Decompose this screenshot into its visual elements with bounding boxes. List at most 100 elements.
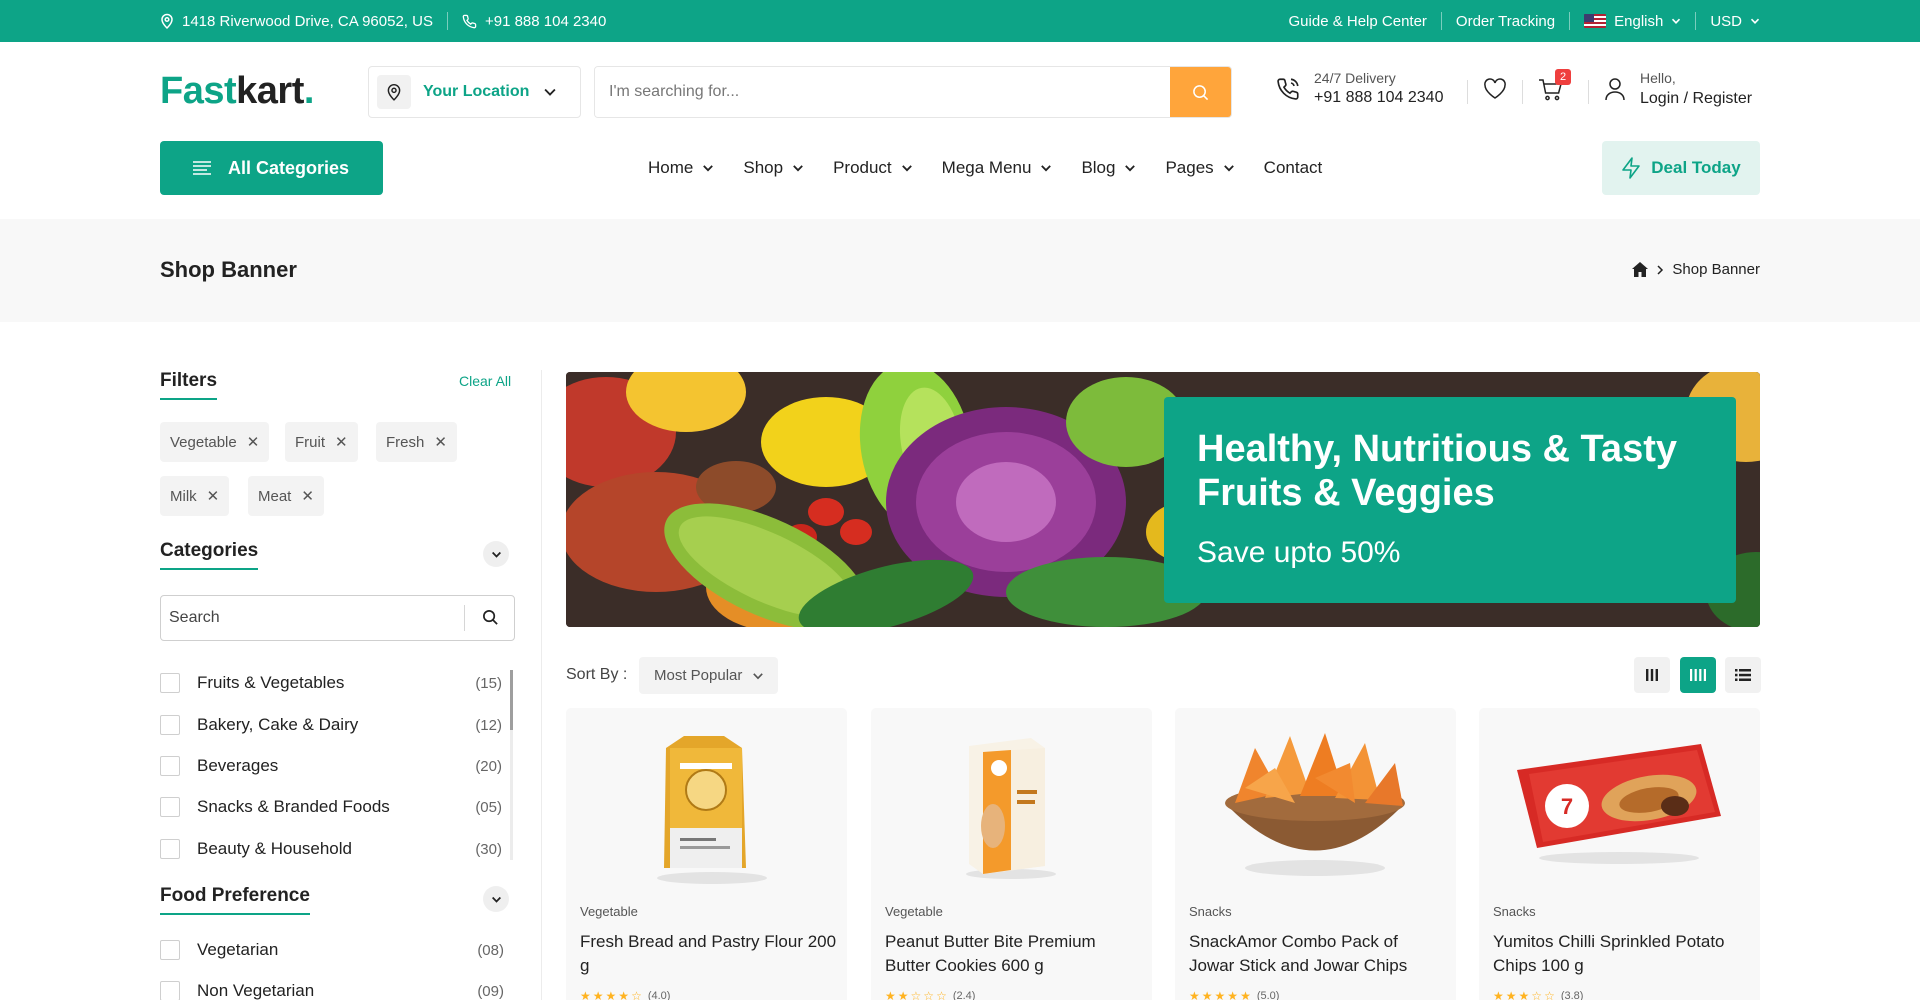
svg-text:7: 7 — [1561, 794, 1573, 819]
star-empty-icon: ☆ — [936, 989, 947, 1000]
menu-lines-icon — [193, 161, 211, 175]
location-selector[interactable]: Your Location — [368, 66, 581, 118]
checkbox[interactable] — [160, 940, 180, 960]
filter-tag[interactable]: Milk ✕ — [160, 476, 230, 516]
chevron-down-icon — [1672, 18, 1681, 24]
order-tracking-link[interactable]: Order Tracking — [1456, 13, 1555, 30]
star-filled-icon: ★ — [885, 989, 896, 1000]
star-empty-icon: ☆ — [631, 989, 642, 1000]
login-register-link[interactable]: Login / Register — [1640, 90, 1752, 108]
product-name[interactable]: Yumitos Chilli Sprinkled Potato Chips 10… — [1493, 930, 1751, 978]
star-filled-icon: ★ — [1518, 989, 1530, 1000]
nav-item-mega-menu[interactable]: Mega Menu — [942, 158, 1053, 178]
star-filled-icon: ★ — [1493, 989, 1504, 1000]
category-option[interactable]: Fruits & Vegetables (15) — [160, 671, 502, 695]
category-option[interactable]: Bakery, Cake & Dairy (12) — [160, 713, 502, 737]
close-icon[interactable]: ✕ — [301, 487, 314, 505]
nav-item-contact[interactable]: Contact — [1264, 158, 1323, 178]
search-input[interactable] — [595, 67, 1172, 117]
product-card[interactable]: Snacks SnackAmor Combo Pack of Jowar Sti… — [1175, 708, 1456, 1000]
filter-tag[interactable]: Fruit ✕ — [285, 422, 358, 462]
page-header: Shop Banner Shop Banner — [0, 219, 1920, 322]
sort-selected: Most Popular — [654, 667, 743, 684]
category-option[interactable]: Beauty & Household (30) — [160, 837, 502, 861]
categories-collapse-toggle[interactable] — [483, 541, 509, 567]
product-name[interactable]: SnackAmor Combo Pack of Jowar Stick and … — [1189, 930, 1447, 978]
chevron-down-icon — [753, 672, 764, 679]
help-center-link[interactable]: Guide & Help Center — [1289, 13, 1427, 30]
grid-3-view-button[interactable] — [1634, 657, 1670, 693]
star-filled-icon: ★ — [1189, 989, 1200, 1000]
currency-select[interactable]: USD — [1710, 13, 1760, 30]
chevron-down-icon — [793, 165, 803, 172]
food-preference-option[interactable]: Non Vegetarian (09) — [160, 979, 504, 1000]
cookies-box-image — [966, 738, 1056, 879]
checkbox[interactable] — [160, 715, 180, 735]
food-preference-title: Food Preference — [160, 885, 310, 915]
all-categories-button[interactable]: All Categories — [160, 141, 383, 195]
site-logo[interactable]: Fastkart. — [160, 70, 314, 113]
close-icon[interactable]: ✕ — [247, 433, 260, 451]
close-icon[interactable]: ✕ — [434, 433, 447, 451]
nav-item-shop[interactable]: Shop — [743, 158, 804, 178]
cart-button[interactable]: 2 — [1538, 69, 1571, 102]
product-rating: ★ ★ ★ ★ ☆ (4.0) — [580, 989, 670, 1000]
address-text: 1418 Riverwood Drive, CA 96052, US — [182, 12, 433, 30]
checkbox[interactable] — [160, 839, 180, 859]
home-icon[interactable] — [1632, 262, 1649, 277]
language-select[interactable]: English — [1584, 13, 1681, 30]
product-card[interactable]: 7 Snacks Yumitos Chilli Sprinkled Potato… — [1479, 708, 1760, 1000]
food-preference-collapse-toggle[interactable] — [483, 886, 509, 912]
croissant-pack-image: 7 — [1517, 744, 1721, 864]
close-icon[interactable]: ✕ — [207, 487, 220, 505]
promo-banner[interactable]: Healthy, Nutritious & Tasty Fruits & Veg… — [566, 372, 1760, 627]
product-name[interactable]: Peanut Butter Bite Premium Butter Cookie… — [885, 930, 1143, 978]
heart-icon — [1484, 78, 1506, 99]
product-name[interactable]: Fresh Bread and Pastry Flour 200 g — [580, 930, 838, 978]
chevron-down-icon — [544, 88, 556, 96]
category-scrollbar[interactable] — [510, 670, 513, 860]
product-rating: ★ ★ ☆ ☆ ☆ (2.4) — [885, 989, 975, 1000]
us-flag-icon — [1584, 14, 1607, 28]
delivery-info[interactable]: 24/7 Delivery +91 888 104 2340 — [1276, 70, 1443, 108]
nav-item-home[interactable]: Home — [648, 158, 714, 178]
checkbox[interactable] — [160, 981, 180, 1000]
category-option[interactable]: Snacks & Branded Foods (05) — [160, 795, 502, 819]
search-button[interactable] — [1170, 67, 1231, 117]
star-filled-icon: ★ — [618, 989, 630, 1000]
phone-info[interactable]: +91 888 104 2340 — [462, 13, 606, 30]
page-title: Shop Banner — [160, 257, 297, 282]
star-filled-icon: ★ — [580, 989, 591, 1000]
banner-subheading: Save upto 50% — [1197, 535, 1401, 569]
checkbox[interactable] — [160, 673, 180, 693]
chevron-down-icon — [1041, 165, 1052, 172]
product-card[interactable]: Vegetable Peanut Butter Bite Premium But… — [871, 708, 1152, 1000]
location-label: Your Location — [423, 83, 530, 100]
deal-today-button[interactable]: Deal Today — [1602, 141, 1760, 195]
search-icon[interactable] — [482, 609, 499, 626]
food-preference-option[interactable]: Vegetarian (08) — [160, 938, 504, 962]
filter-tag[interactable]: Fresh ✕ — [376, 422, 457, 462]
checkbox[interactable] — [160, 797, 180, 817]
clear-all-link[interactable]: Clear All — [459, 373, 511, 389]
chevron-down-icon — [1750, 18, 1760, 24]
sort-dropdown[interactable]: Most Popular — [639, 657, 778, 694]
product-card[interactable]: Vegetable Fresh Bread and Pastry Flour 2… — [566, 708, 847, 1000]
star-empty-icon: ☆ — [923, 989, 935, 1000]
user-account[interactable]: Hello, Login / Register — [1604, 70, 1752, 108]
nav-item-product[interactable]: Product — [833, 158, 913, 178]
grid-4-view-button[interactable] — [1680, 657, 1716, 693]
list-view-button[interactable] — [1725, 657, 1761, 693]
filter-tag[interactable]: Meat ✕ — [248, 476, 324, 516]
category-search-input[interactable] — [169, 596, 469, 640]
nav-item-pages[interactable]: Pages — [1165, 158, 1234, 178]
checkbox[interactable] — [160, 756, 180, 776]
close-icon[interactable]: ✕ — [335, 433, 348, 451]
chevron-down-icon — [491, 896, 501, 903]
filter-tag[interactable]: Vegetable ✕ — [160, 422, 270, 462]
wishlist-button[interactable] — [1483, 78, 1507, 100]
flour-bag-image — [657, 736, 767, 884]
language-label: English — [1614, 12, 1664, 30]
nav-item-blog[interactable]: Blog — [1081, 158, 1136, 178]
category-option[interactable]: Beverages (20) — [160, 754, 502, 778]
